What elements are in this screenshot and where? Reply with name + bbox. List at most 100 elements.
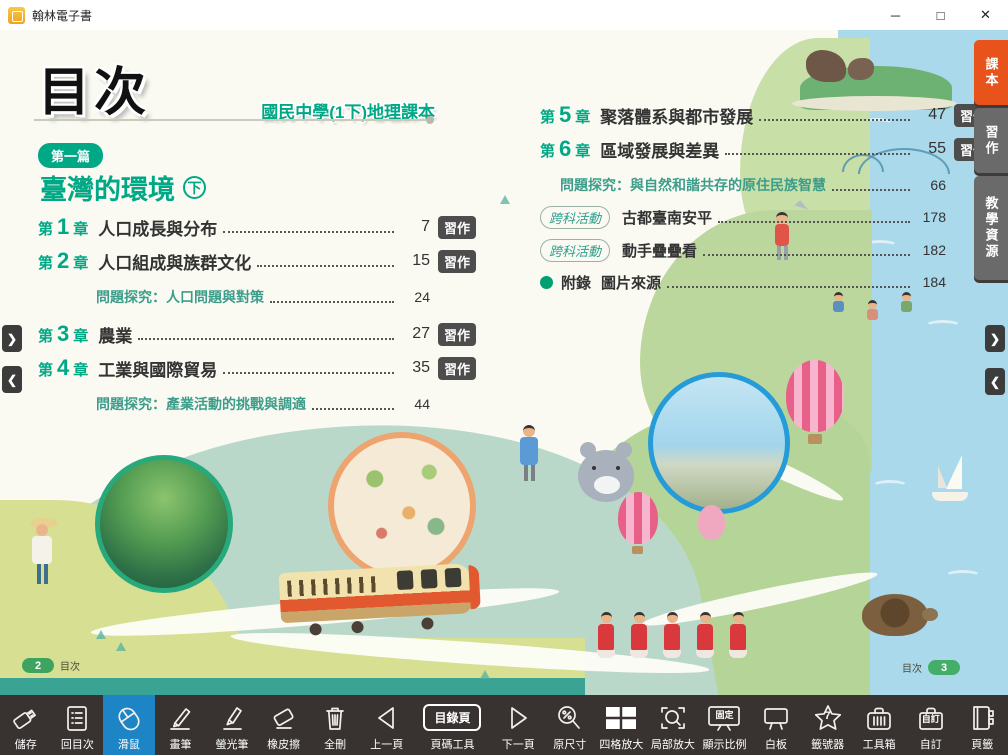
highlighter-tool-button[interactable]: 螢光筆 [206,695,258,755]
illustration-train [278,553,480,641]
page-number: 27 [400,325,430,343]
tab-workbook[interactable]: 習作 [974,108,1008,173]
hot-air-balloon-icon [632,546,643,554]
dot-leader [667,276,910,288]
illustration-dancers [593,598,768,658]
page-number-tool-button[interactable]: 目錄頁 頁碼工具 [413,695,493,755]
pen-icon [163,699,197,736]
page-tabs-button[interactable]: 頁籤 [956,695,1008,755]
region-zoom-icon [656,699,690,736]
page-number: 44 [400,396,430,412]
minimize-button[interactable]: ─ [873,0,918,30]
tab-textbook[interactable]: 課本 [974,40,1008,105]
photo-people-jumping [648,372,790,514]
star-number-icon: 7 [811,699,845,736]
illustration-sitting-person [900,292,912,312]
mouse-tool-button[interactable]: 滑鼠 [103,695,155,755]
toc-entry-chapter-3[interactable]: 第3章 農業 27 習作 [38,319,476,349]
chapter-title: 人口成長與分布 [98,215,217,240]
page-number: 35 [400,359,430,377]
whiteboard-button[interactable]: 白板 [750,695,802,755]
hot-air-balloon-icon [808,434,822,444]
hot-air-balloon-icon [618,492,658,544]
book-spread: 目次 國民中學(1下)地理課本 第一篇 臺灣的環境 下 第1章 人口成長與分布 … [0,30,1008,695]
page-number: 184 [916,274,946,290]
display-scale-button[interactable]: 固定 顯示比例 [699,695,751,755]
dot-leader [832,179,910,191]
page-number: 178 [916,209,946,225]
illustration-bottom-band [0,678,585,695]
page-number-pill: 3 [928,660,960,675]
toc-entry-chapter-2[interactable]: 第2章 人口組成與族群文化 15 習作 [38,246,476,276]
previous-page-button[interactable]: 上一頁 [361,695,413,755]
page-number: 55 [916,140,946,158]
edge-prev-arrow-icon[interactable]: ❮ [2,366,22,393]
delete-all-button[interactable]: 全刪 [309,695,361,755]
eraser-icon [267,699,301,736]
toc-entry-chapter-5[interactable]: 第5章 聚落體系與都市發展 47 習作 [540,100,992,130]
page-number-pill: 2 [22,658,54,673]
chapter-title: 聚落體系與都市發展 [600,103,753,128]
app-window: 翰林電子書 ─ □ ✕ [0,0,1008,755]
toc-entry-inquiry[interactable]: 問題探究：與自然和諧共存的原住民族智慧 66 [540,173,992,197]
number-picker-button[interactable]: 7 籤號器 [802,695,854,755]
dot-leader [223,362,394,374]
turtle-icon [862,594,928,636]
toc-entry-activity[interactable]: 跨科活動 動手疊疊看 182 [540,237,992,263]
wave-icon [872,480,908,492]
toc-entry-inquiry[interactable]: 問題探究：產業活動的挑戰與調適 44 [38,392,476,416]
workbook-badge[interactable]: 習作 [438,323,476,346]
toolbox-icon [862,699,896,736]
workbook-badge[interactable]: 習作 [438,250,476,273]
toolbox-button[interactable]: 工具箱 [853,695,905,755]
back-to-toc-button[interactable]: 回目次 [52,695,104,755]
toc-entry-appendix[interactable]: 附錄 圖片來源 184 [540,269,992,295]
edge-prev-arrow-icon[interactable]: ❮ [985,368,1005,395]
workbook-badge[interactable]: 習作 [438,357,476,380]
toc-entry-chapter-4[interactable]: 第4章 工業與國際貿易 35 習作 [38,353,476,383]
quad-zoom-button[interactable]: 四格放大 [596,695,648,755]
part-badge: 第一篇 [38,143,103,168]
bear-mascot-icon [616,466,620,470]
toc-entry-inquiry[interactable]: 問題探究：人口問題與對策 24 [38,285,476,309]
tab-teaching-resources[interactable]: 教學資源 [974,176,1008,280]
dot-leader [138,328,394,340]
maximize-button[interactable]: □ [918,0,963,30]
close-button[interactable]: ✕ [963,0,1008,30]
save-button[interactable]: 儲存 [0,695,52,755]
workbook-badge[interactable]: 習作 [438,216,476,239]
page-number: 7 [400,218,430,236]
illustration-hiker [520,425,538,481]
toc-entry-chapter-6[interactable]: 第6章 區域發展與差異 55 習作 [540,134,992,164]
toc-entry-activity[interactable]: 跨科活動 古都臺南安平 178 [540,204,992,230]
pen-tool-button[interactable]: 畫筆 [155,695,207,755]
sailboat-icon [932,492,968,501]
sailboat-icon [946,455,962,489]
tree-icon [96,630,106,639]
illustration-rock [848,58,874,80]
tree-icon [480,670,490,679]
hot-air-balloon-icon [698,505,725,540]
bullet-icon [540,276,553,289]
edge-next-arrow-icon[interactable]: ❯ [985,325,1005,352]
original-size-button[interactable]: 原尺寸 [544,695,596,755]
region-zoom-button[interactable]: 局部放大 [647,695,699,755]
custom-tools-button[interactable]: 自訂 自訂 [905,695,957,755]
page-number: 15 [400,252,430,270]
wave-icon [925,320,961,332]
eraser-tool-button[interactable]: 橡皮擦 [258,695,310,755]
bear-mascot-icon [594,476,620,494]
quad-zoom-icon [602,699,640,736]
edge-next-arrow-icon[interactable]: ❯ [2,325,22,352]
page-number: 24 [400,289,430,305]
next-page-button[interactable]: 下一頁 [492,695,544,755]
zoom-percent-icon [553,699,587,736]
toc-entry-chapter-1[interactable]: 第1章 人口成長與分布 7 習作 [38,212,476,242]
whiteboard-icon [759,699,793,736]
usb-save-icon [9,699,43,736]
volume-circle: 下 [183,176,206,199]
page-number: 47 [916,106,946,124]
next-page-icon [501,699,535,736]
page-title: 目次 [38,50,150,125]
mouse-icon [112,699,146,736]
